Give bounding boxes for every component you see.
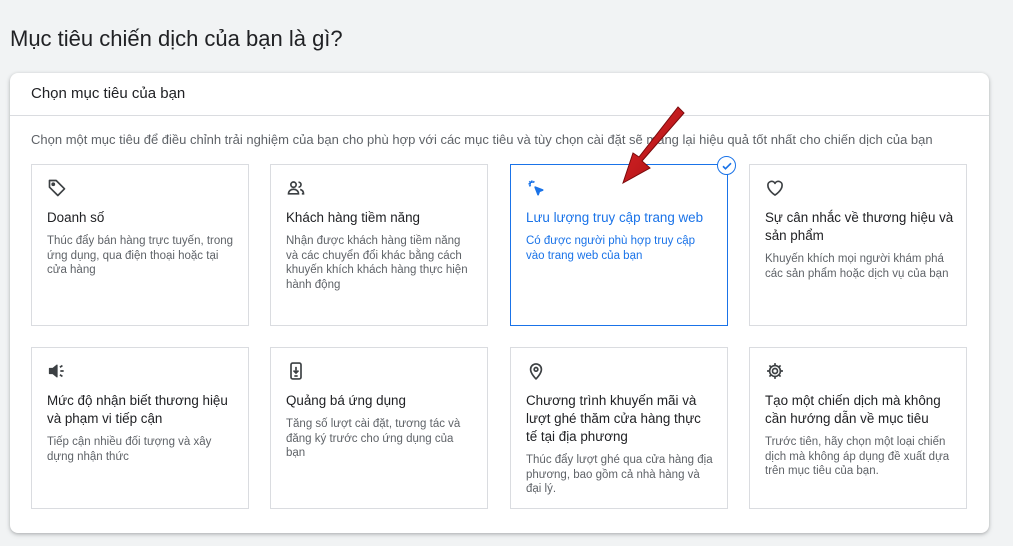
goal-card-website-traffic[interactable]: Lưu lượng truy cập trang web Có được ngư… <box>510 156 736 326</box>
goal-description: Nhận được khách hàng tiềm năng và các ch… <box>286 235 468 291</box>
goal-title: Chương trình khuyến mãi và lượt ghé thăm… <box>526 393 701 444</box>
phone-download-icon <box>286 361 308 383</box>
selected-check-icon <box>717 156 736 175</box>
goal-description: Tiếp cận nhiều đối tượng và xây dựng nhậ… <box>47 436 212 463</box>
location-pin-icon <box>526 361 548 383</box>
goal-title: Lưu lượng truy cập trang web <box>526 210 704 225</box>
goal-card-app-promotion[interactable]: Quảng bá ứng dụng Tăng số lượt cài đặt, … <box>270 347 488 509</box>
panel-header: Chọn mục tiêu của bạn <box>10 73 989 116</box>
goal-title: Doanh số <box>47 210 105 225</box>
goal-card-no-guidance[interactable]: Tạo một chiến dịch mà không cần hướng dẫ… <box>749 347 967 509</box>
goal-description: Trước tiên, hãy chọn một loại chiến dịch… <box>765 436 950 477</box>
heart-icon <box>765 178 787 200</box>
people-icon <box>286 178 308 200</box>
goal-panel: Chọn mục tiêu của bạn Chọn một mục tiêu … <box>10 73 989 533</box>
goal-description: Tăng số lượt cài đặt, tương tác và đăng … <box>286 418 461 459</box>
goal-title: Mức độ nhận biết thương hiệu và phạm vi … <box>47 393 228 426</box>
goal-title: Tạo một chiến dịch mà không cần hướng dẫ… <box>765 393 941 426</box>
goal-card-leads[interactable]: Khách hàng tiềm năng Nhận được khách hàn… <box>270 164 488 326</box>
goal-card-brand-consideration[interactable]: Sự cân nhắc về thương hiệu và sản phẩm K… <box>749 164 967 326</box>
instruction-text: Chọn một mục tiêu để điều chỉnh trải ngh… <box>31 132 933 147</box>
gear-icon <box>765 361 787 383</box>
goal-description: Thúc đẩy lượt ghé qua cửa hàng địa phươn… <box>526 454 713 495</box>
goal-title: Quảng bá ứng dụng <box>286 393 406 408</box>
goal-title: Sự cân nhắc về thương hiệu và sản phẩm <box>765 210 954 243</box>
goal-card-local-store-visits[interactable]: Chương trình khuyến mãi và lượt ghé thăm… <box>510 347 728 509</box>
megaphone-icon <box>47 361 69 383</box>
tag-icon <box>47 178 69 200</box>
page-title: Mục tiêu chiến dịch của bạn là gì? <box>10 26 343 51</box>
goal-title: Khách hàng tiềm năng <box>286 210 421 225</box>
cursor-click-icon <box>526 178 548 200</box>
goal-description: Khuyến khích mọi người khám phá các sản … <box>765 253 949 280</box>
goal-card-brand-awareness[interactable]: Mức độ nhận biết thương hiệu và phạm vi … <box>31 347 249 509</box>
goal-card-sales[interactable]: Doanh số Thúc đẩy bán hàng trực tuyến, t… <box>31 164 249 326</box>
goal-description: Có được người phù hợp truy cập vào trang… <box>526 235 696 262</box>
goal-description: Thúc đẩy bán hàng trực tuyến, trong ứng … <box>47 235 234 276</box>
